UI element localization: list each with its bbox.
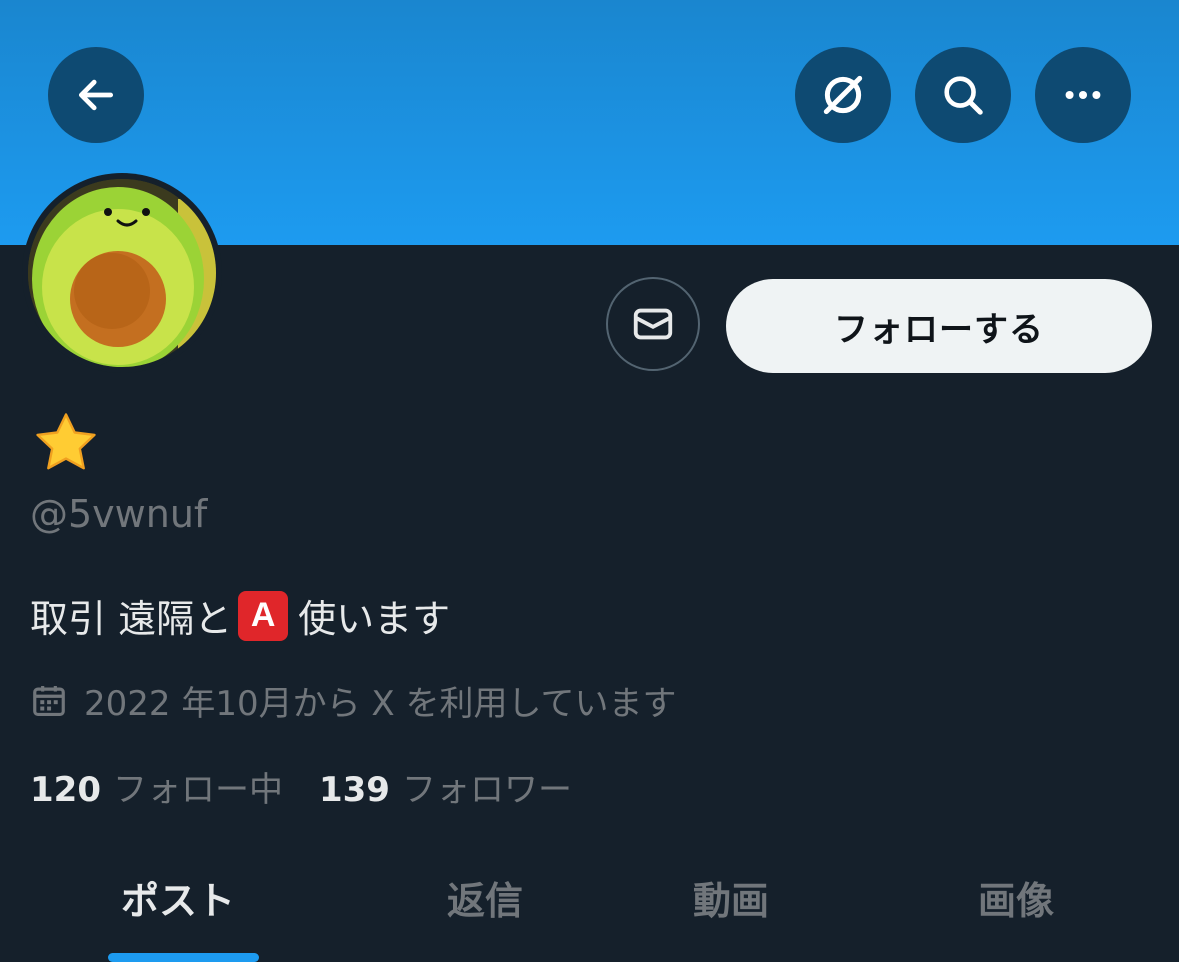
tab-videos[interactable]: 動画 (693, 870, 769, 925)
following-label: フォロー中 (112, 770, 283, 810)
calendar-icon (33, 685, 65, 716)
following-link[interactable]: 120 フォロー中 (30, 762, 283, 811)
grok-button[interactable] (795, 47, 891, 143)
avatar[interactable] (22, 173, 222, 373)
handle: @5vwnuf (30, 492, 208, 536)
search-icon (944, 76, 983, 115)
grok-icon (823, 75, 863, 115)
following-count: 120 (30, 770, 101, 810)
a-button-emoji: A (238, 590, 289, 641)
display-name: ⭐ (30, 407, 102, 479)
envelope-icon (633, 308, 673, 340)
followers-link[interactable]: 139 フォロワー (319, 762, 572, 811)
bio: 取引 遠隔と A 使います (30, 588, 450, 643)
message-button[interactable] (606, 277, 700, 371)
tab-posts[interactable]: ポスト (121, 870, 235, 925)
follow-button[interactable]: フォローする (726, 279, 1152, 373)
follow-stats: 120 フォロー中 139 フォロワー (30, 762, 572, 811)
bio-text-2: 使います (298, 597, 451, 641)
followers-label: フォロワー (401, 770, 572, 810)
followers-count: 139 (318, 770, 390, 810)
tab-replies[interactable]: 返信 (447, 870, 523, 925)
joined-date: 2022 年10月から X を利用しています (30, 676, 677, 725)
search-button[interactable] (915, 47, 1011, 143)
avatar-image (28, 179, 216, 367)
active-tab-indicator (108, 953, 259, 962)
star-icon (36, 413, 96, 470)
tab-images[interactable]: 画像 (978, 870, 1054, 925)
back-button[interactable] (48, 47, 144, 143)
profile-tabs: ポスト 返信 動画 画像 (0, 840, 1179, 962)
more-button[interactable] (1035, 47, 1131, 143)
joined-text: 2022 年10月から X を利用しています (84, 684, 677, 724)
more-dots-icon (1065, 90, 1101, 100)
arrow-left-icon (78, 79, 114, 111)
bio-text-1: 取引 遠隔と (30, 597, 233, 641)
